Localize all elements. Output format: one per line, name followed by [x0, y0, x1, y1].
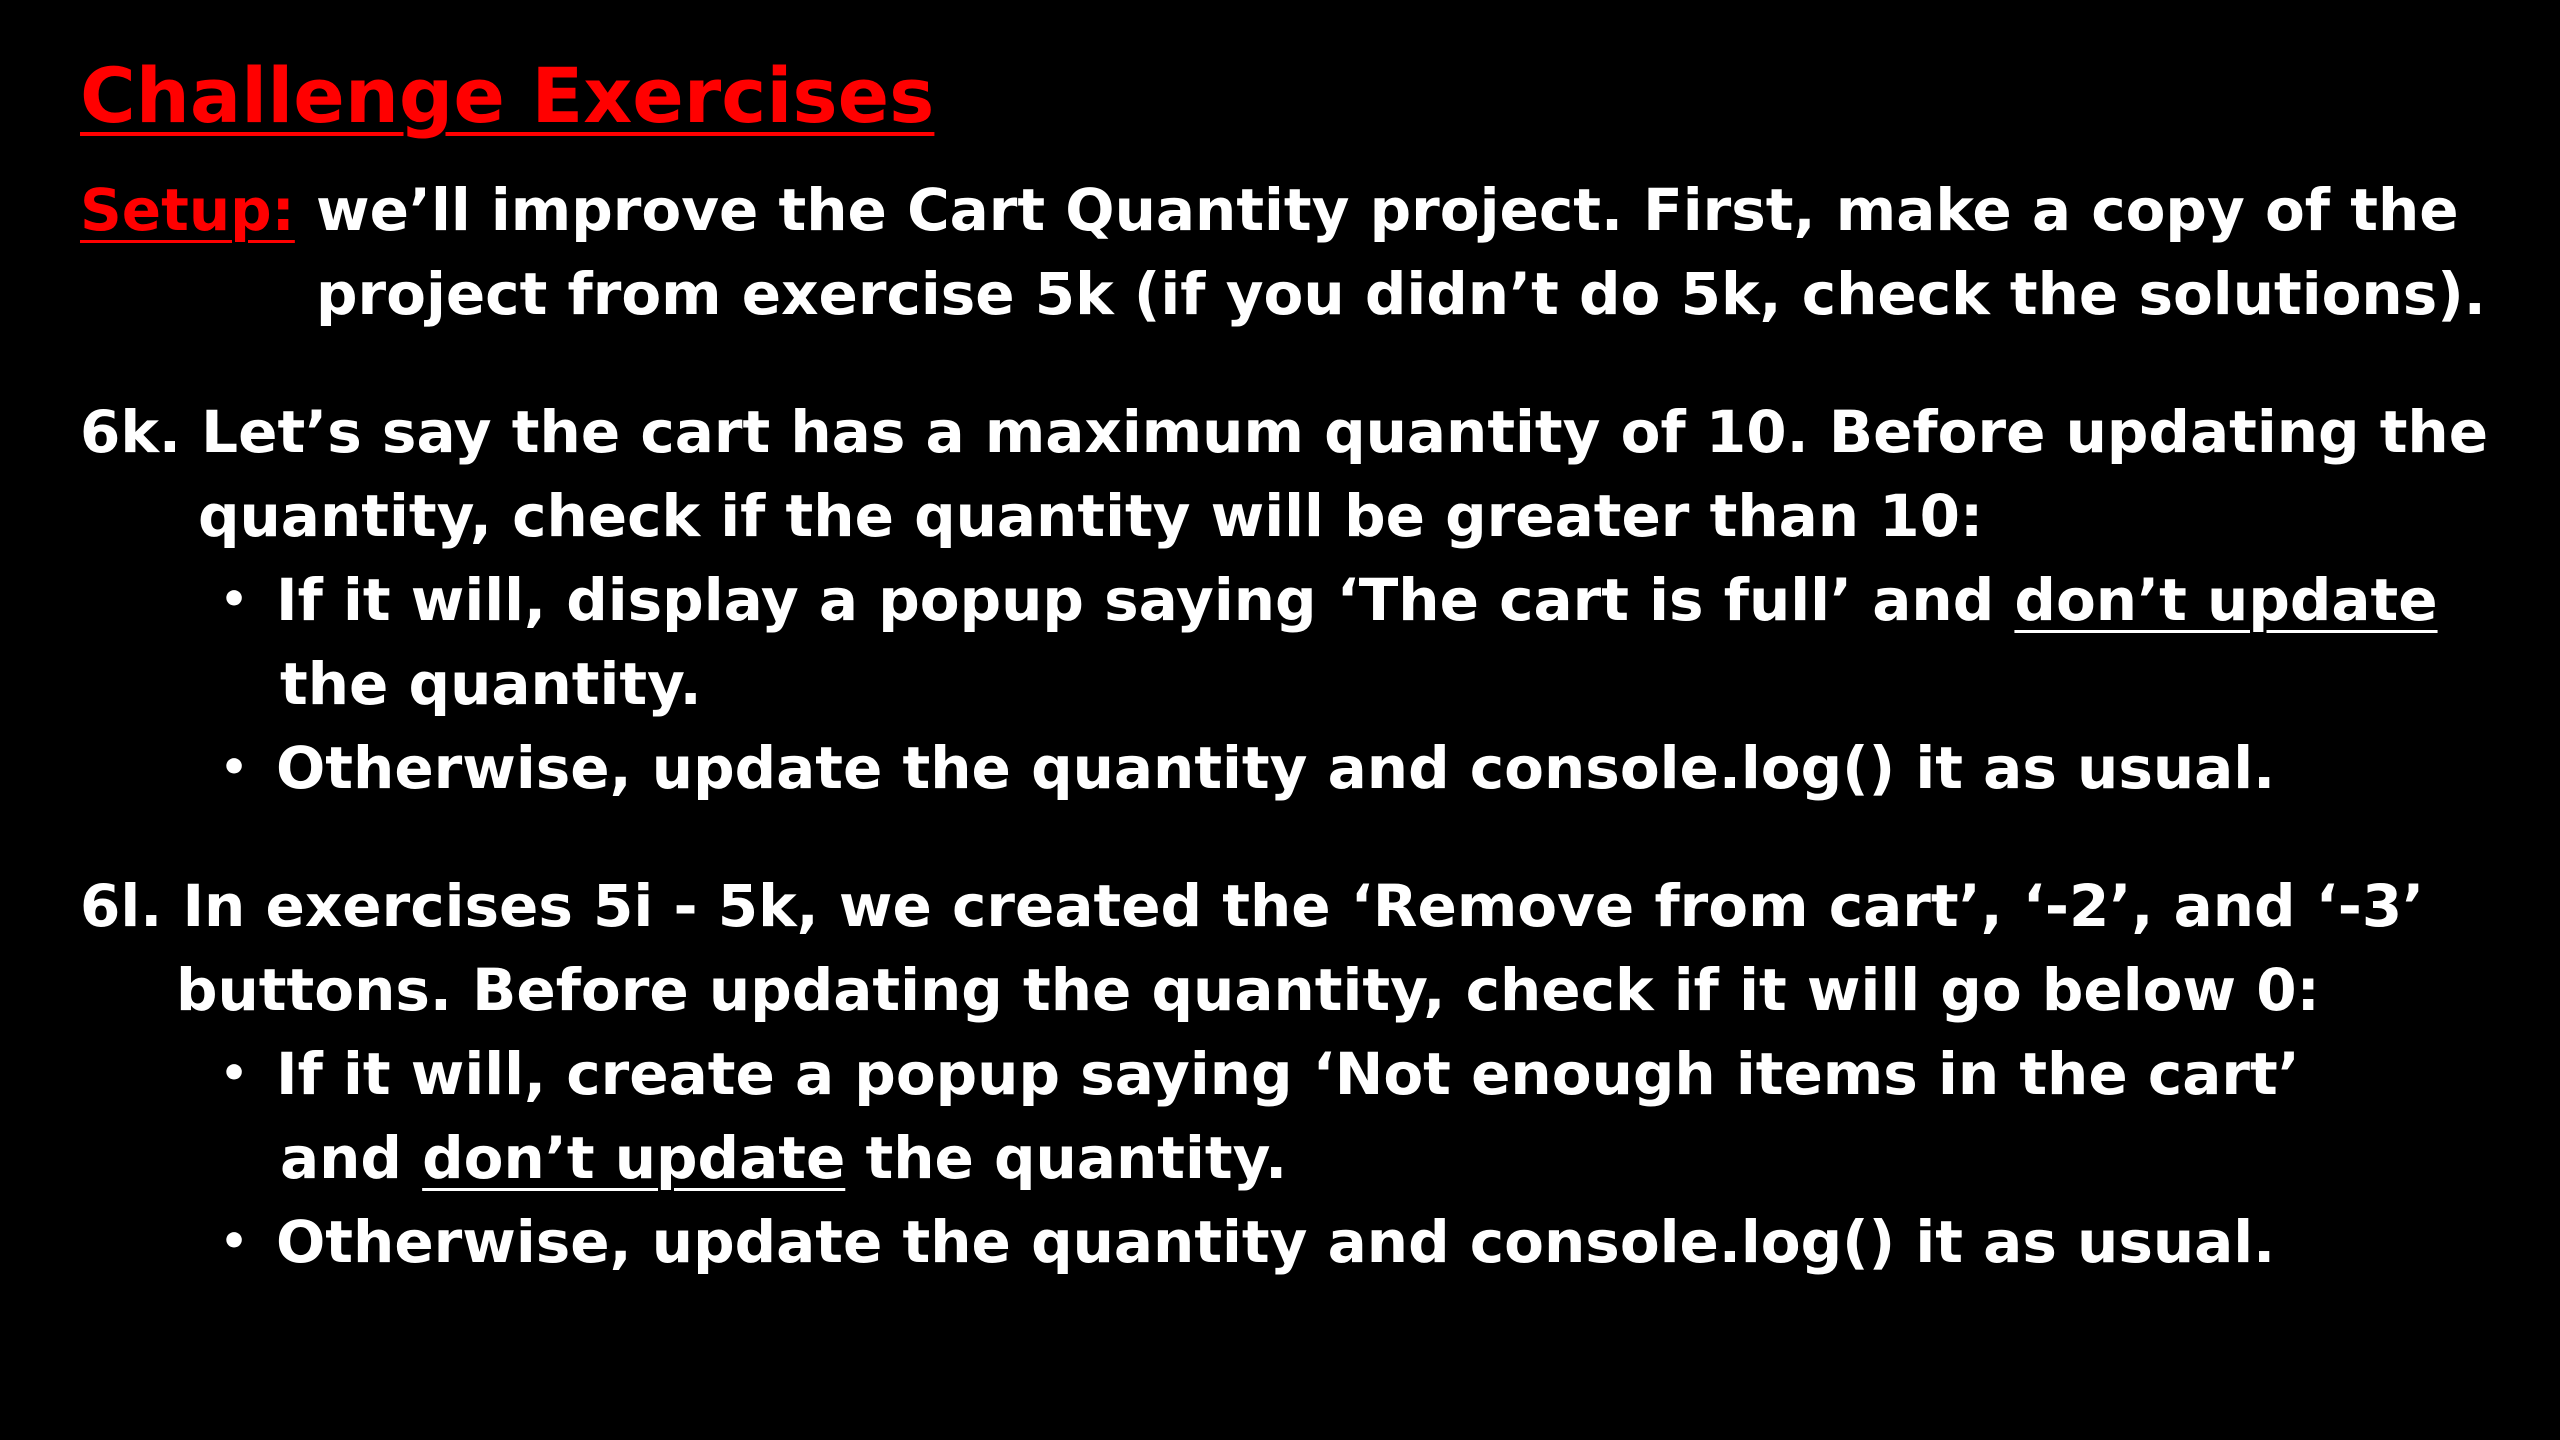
exercise-6l-line-2: buttons. Before updating the quantity, c… [176, 956, 2320, 1024]
bullet-text: If it will, display a popup saying ‘The … [276, 558, 2438, 642]
exercise-6l-line-1: 6l. In exercises 5i - 5k, we created the… [80, 872, 2425, 940]
bullet-dot: • [220, 1216, 249, 1267]
bullet-dot: • [220, 1048, 249, 1099]
underlined-emphasis: don’t update [422, 1124, 846, 1192]
bullet-text-pre: If it will, display a popup saying ‘The … [276, 566, 2015, 634]
bullet-dot: • [220, 742, 249, 793]
bullet-text: Otherwise, update the quantity and conso… [276, 1208, 2276, 1276]
bullet-text: If it will, create a popup saying ‘Not e… [276, 1040, 2300, 1108]
bullet-text-post: the quantity. [845, 1124, 1288, 1192]
slide-title: Challenge Exercises [80, 51, 935, 140]
setup-text-line-1: we’ll improve the Cart Quantity project.… [316, 176, 2459, 244]
bullet-text-continuation: the quantity. [280, 650, 702, 718]
bullet-text: Otherwise, update the quantity and conso… [276, 734, 2276, 802]
exercise-6k-line-2: quantity, check if the quantity will be … [198, 482, 1984, 550]
underlined-emphasis: don’t update [2014, 566, 2438, 634]
bullet-dot: • [220, 574, 249, 625]
bullet-text-continuation: and don’t update the quantity. [280, 1116, 1287, 1200]
setup-label: Setup: [80, 176, 295, 244]
setup-text-line-2: project from exercise 5k (if you didn’t … [316, 260, 2486, 328]
slide: Challenge Exercises Setup: we’ll improve… [0, 0, 2560, 1440]
bullet-text-pre: and [280, 1124, 423, 1192]
exercise-6k-line-1: 6k. Let’s say the cart has a maximum qua… [80, 398, 2489, 466]
